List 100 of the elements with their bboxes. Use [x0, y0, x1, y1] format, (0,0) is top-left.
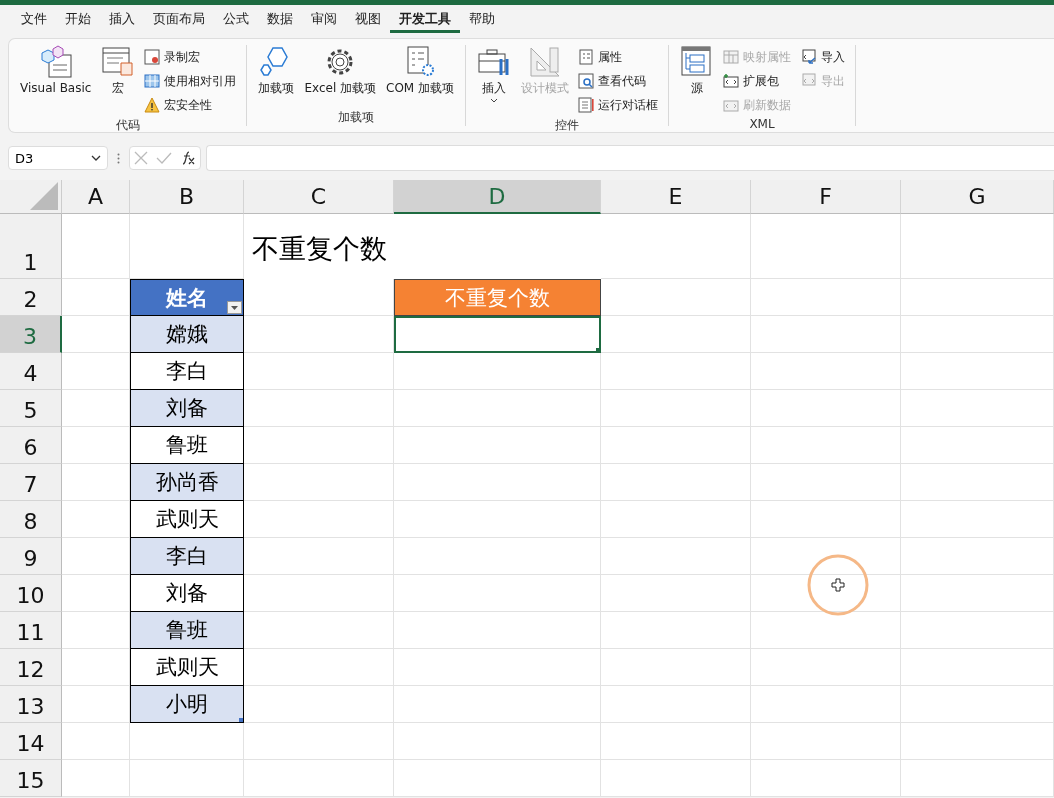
column-header[interactable]: F [751, 180, 901, 214]
grid-cell[interactable] [751, 760, 901, 797]
select-all-corner[interactable] [0, 180, 62, 214]
grid-cell[interactable] [901, 316, 1054, 353]
grid-cell[interactable] [901, 279, 1054, 316]
ribbon-tab[interactable]: 开始 [56, 9, 100, 33]
grid-cell[interactable] [601, 427, 751, 464]
ribbon-tab[interactable]: 数据 [258, 9, 302, 33]
grid-cell[interactable] [901, 612, 1054, 649]
grid-cell[interactable] [394, 612, 601, 649]
grid-cell[interactable] [394, 723, 601, 760]
grid-cell[interactable] [394, 760, 601, 797]
column-header[interactable]: G [901, 180, 1054, 214]
filter-button[interactable] [227, 301, 242, 314]
ribbon-button[interactable]: 扩展包 [721, 69, 794, 93]
ribbon-button[interactable]: 导入 [799, 45, 848, 69]
grid-cell[interactable] [601, 723, 751, 760]
grid-cell[interactable] [601, 464, 751, 501]
grid-cell[interactable] [751, 316, 901, 353]
enter-icon[interactable] [156, 152, 172, 164]
grid-cell[interactable] [751, 279, 901, 316]
ribbon-button[interactable]: 属性 [576, 45, 661, 69]
row-header[interactable]: 14 [0, 723, 62, 760]
grid-cell[interactable] [751, 723, 901, 760]
grid-cell[interactable] [394, 464, 601, 501]
selected-cell[interactable] [394, 316, 601, 353]
grid-cell[interactable] [751, 464, 901, 501]
ribbon-button[interactable]: 录制宏 [142, 45, 239, 69]
ribbon-tab[interactable]: 帮助 [460, 9, 504, 33]
ribbon-tab[interactable]: 视图 [346, 9, 390, 33]
ribbon-button[interactable]: 使用相对引用 [142, 69, 239, 93]
grid-cell[interactable] [901, 427, 1054, 464]
row-header[interactable]: 1 [0, 214, 62, 279]
ribbon-button[interactable]: COM 加载项 [383, 45, 458, 109]
grid-cell[interactable] [394, 575, 601, 612]
grid-cell[interactable] [901, 538, 1054, 575]
grid-cell[interactable] [901, 686, 1054, 723]
grid-cell[interactable] [394, 427, 601, 464]
grid-cell[interactable] [244, 723, 394, 760]
ribbon-button[interactable]: 源 [677, 45, 718, 117]
grid-cell[interactable] [601, 760, 751, 797]
grid-cell[interactable] [130, 760, 244, 797]
grid-cell[interactable] [601, 316, 751, 353]
name-box[interactable]: D3 [8, 146, 108, 170]
row-header[interactable]: 3 [0, 316, 62, 353]
grid-cell[interactable] [601, 214, 751, 279]
grid-cell[interactable] [751, 686, 901, 723]
row-header[interactable]: 7 [0, 464, 62, 501]
row-header[interactable]: 2 [0, 279, 62, 316]
grid-cell[interactable] [601, 575, 751, 612]
grid-cell[interactable] [751, 538, 901, 575]
ribbon-tab[interactable]: 开发工具 [390, 9, 460, 33]
row-header[interactable]: 4 [0, 353, 62, 390]
grid-cell[interactable] [751, 390, 901, 427]
cancel-icon[interactable] [134, 151, 148, 165]
ribbon-tab[interactable]: 文件 [12, 9, 56, 33]
grid-cell[interactable] [394, 353, 601, 390]
ribbon-tab[interactable]: 公式 [214, 9, 258, 33]
grid-cell[interactable] [601, 390, 751, 427]
grid-cell[interactable] [901, 575, 1054, 612]
grid-cell[interactable] [751, 214, 901, 279]
grid-cell[interactable] [244, 760, 394, 797]
resize-handle[interactable] [239, 718, 243, 722]
column-header[interactable]: C [244, 180, 394, 214]
ribbon-tab[interactable]: 插入 [100, 9, 144, 33]
grid-cell[interactable] [394, 501, 601, 538]
column-header[interactable]: A [62, 180, 130, 214]
grid-cell[interactable] [901, 723, 1054, 760]
row-header[interactable]: 6 [0, 427, 62, 464]
grid-cell[interactable] [601, 538, 751, 575]
row-header[interactable]: 10 [0, 575, 62, 612]
row-header[interactable]: 8 [0, 501, 62, 538]
grid-cell[interactable] [394, 390, 601, 427]
grid-cell[interactable] [601, 353, 751, 390]
row-header[interactable]: 15 [0, 760, 62, 797]
table-header-cell[interactable]: 姓名 [130, 279, 244, 316]
row-header[interactable]: 13 [0, 686, 62, 723]
grid-cell[interactable] [394, 649, 601, 686]
ribbon-button[interactable]: 运行对话框 [576, 93, 661, 117]
row-header[interactable]: 11 [0, 612, 62, 649]
grid-cell[interactable] [751, 353, 901, 390]
ribbon-button[interactable]: 宏安全性 [142, 93, 239, 117]
ribbon-tab[interactable]: 页面布局 [144, 9, 214, 33]
ribbon-button[interactable]: 宏 [98, 45, 139, 117]
grid-cell[interactable] [901, 760, 1054, 797]
grid-cell[interactable] [62, 214, 130, 279]
grid-cell[interactable] [901, 214, 1054, 279]
fill-handle[interactable] [596, 348, 601, 353]
grid-cell[interactable] [751, 501, 901, 538]
grid-cell[interactable] [62, 723, 130, 760]
grid-cell[interactable] [394, 538, 601, 575]
grid-cell[interactable] [394, 686, 601, 723]
grid-cell[interactable] [901, 501, 1054, 538]
column-header[interactable]: D [394, 180, 601, 214]
row-header[interactable]: 9 [0, 538, 62, 575]
grid-cell[interactable] [751, 427, 901, 464]
grid-cell[interactable] [751, 612, 901, 649]
grid-cell[interactable] [601, 612, 751, 649]
function-icon[interactable] [180, 150, 196, 166]
row-header[interactable]: 5 [0, 390, 62, 427]
